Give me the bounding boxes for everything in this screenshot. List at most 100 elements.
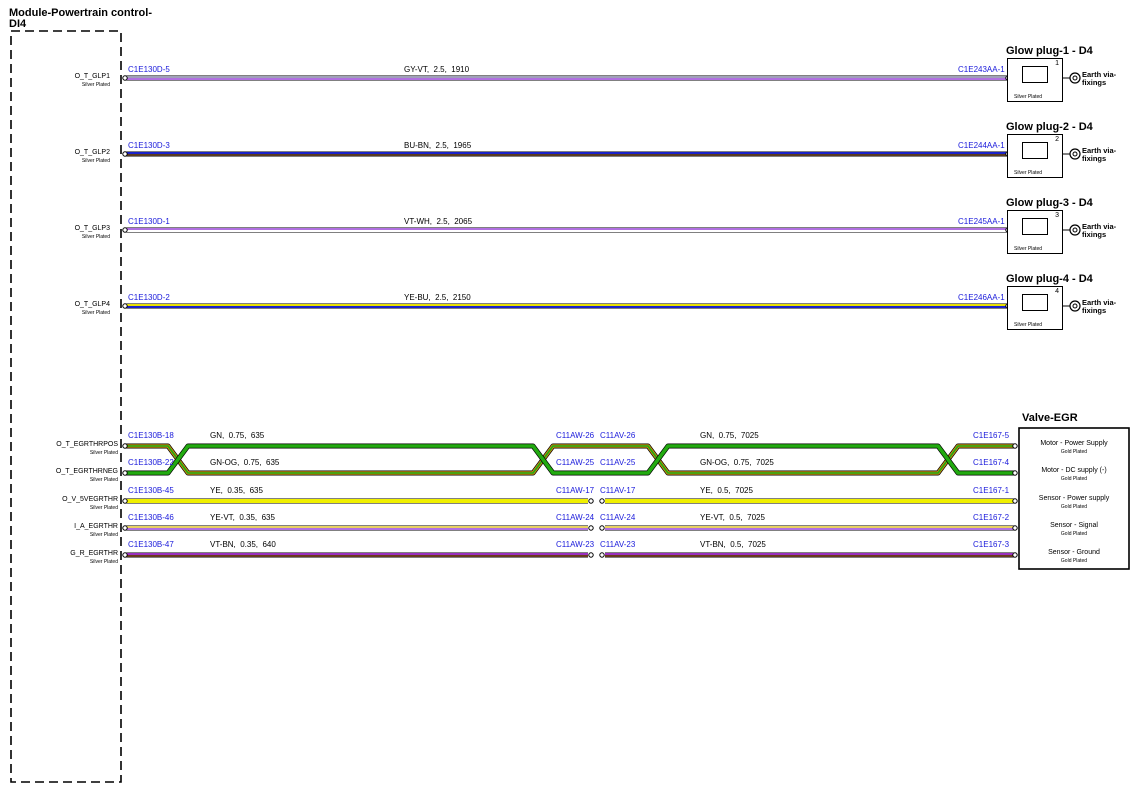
connector-inline-b: C11AV-23 [600,540,636,549]
connector-to: C1E244AA-1 [958,141,1005,150]
inline-connector-pin [588,498,594,504]
module-pin-label: I_A_EGRTHR Silver Plated [20,522,118,540]
connector-inline-a: C11AW-24 [556,513,595,522]
pin-name: O_T_EGRTHRNEG [55,468,118,475]
connector-to: C1E167-4 [973,458,1010,467]
connector-from: C1E130B-46 [128,513,174,522]
glow-plug-plating: Silver Plated [1014,94,1043,100]
glow-wire [125,227,1008,233]
earth-label: Earth via- fixings [1082,298,1117,315]
wire-spec-module-side: GN-OG, 0.75, 635 [210,458,280,467]
wire-spec-valve-side: YE, 0.5, 7025 [700,486,753,495]
pin-plating: Silver Plated [89,505,118,511]
wiring-diagram [10,30,1130,783]
module-pin-label: O_T_GLP2 Silver Plated [20,148,110,166]
connector-from: C1E130D-2 [128,293,170,302]
connector-to: C1E243AA-1 [958,65,1005,74]
earth-symbol-inner [1072,303,1078,309]
valve-pin-terminal [1012,552,1018,558]
earth-symbol-inner [1072,227,1078,233]
glow-plug-element [1022,294,1048,311]
module-pin-terminal [122,75,128,81]
module-pin-label: O_V_5VEGRTHR Silver Plated [20,495,118,513]
connector-inline-b: C11AV-17 [600,486,636,495]
egr-wire-valve-side [605,552,1015,558]
connector-to: C1E167-2 [973,513,1010,522]
valve-function-label: Sensor - Signal Gold Plated [1020,522,1128,538]
connector-to: C1E245AA-1 [958,217,1005,226]
earth-symbol-inner [1072,151,1078,157]
connector-from: C1E130B-18 [128,431,174,440]
egr-wire-valve-side [605,525,1015,531]
glow-plug-title: Glow plug-4 - D4 [1006,273,1093,285]
connector-inline-b: C11AV-26 [600,431,636,440]
module-pin-label: O_T_GLP3 Silver Plated [20,224,110,242]
wire-spec-module-side: YE, 0.35, 635 [210,486,263,495]
valve-pin-terminal [1012,498,1018,504]
glow-plug-plating: Silver Plated [1014,246,1043,252]
module-pin-terminal [122,151,128,157]
glow-plug-number: 2 [1055,136,1059,143]
function-plating: Gold Plated [1060,449,1088,455]
egr-wire-module-side [125,525,588,531]
valve-pin-terminal [1012,443,1018,449]
connector-from: C1E130B-47 [128,540,174,549]
glow-plug-element [1022,142,1048,159]
glow-plug-box: 2 Silver Plated [1007,134,1063,178]
wire-spec-module-side: GN, 0.75, 635 [210,431,265,440]
module-pin-label: O_T_EGRTHRNEG Silver Plated [20,467,118,485]
glow-plug-title: Glow plug-2 - D4 [1006,121,1093,133]
pin-plating: Silver Plated [89,532,118,538]
module-pin-label: O_T_GLP1 Silver Plated [20,72,110,90]
function-name: Sensor - Signal [1050,522,1098,529]
pin-plating: Silver Plated [81,158,110,164]
glow-wire [125,151,1008,157]
pin-name: O_T_GLP2 [74,149,110,156]
function-plating: Gold Plated [1060,558,1088,564]
function-name: Motor - Power Supply [1040,440,1108,447]
module-pin-terminal [122,443,128,449]
module-pin-terminal [122,470,128,476]
pin-plating: Silver Plated [81,82,110,88]
module-pin-terminal [122,498,128,504]
pin-plating: Silver Plated [81,234,110,240]
connector-inline-b: C11AV-25 [600,458,636,467]
wire-spec-module-side: VT-BN, 0.35, 640 [210,540,276,549]
connector-from: C1E130B-45 [128,486,174,495]
connector-from: C1E130B-22 [128,458,174,467]
egr-wire-module-side [125,498,588,504]
valve-function-label: Sensor - Ground Gold Plated [1020,549,1128,565]
module-pin-label: O_T_GLP4 Silver Plated [20,300,110,318]
wire-spec-valve-side: YE-VT, 0.5, 7025 [700,513,765,522]
wire-spec-valve-side: GN, 0.75, 7025 [700,431,759,440]
module-pin-terminal [122,227,128,233]
function-name: Sensor - Ground [1048,549,1100,556]
function-plating: Gold Plated [1060,531,1088,537]
valve-function-label: Motor - DC supply (-) Gold Plated [1020,467,1128,483]
pin-plating: Silver Plated [89,559,118,565]
module-pin-terminal [122,303,128,309]
connector-inline-a: C11AW-17 [556,486,595,495]
glow-plug-box: 4 Silver Plated [1007,286,1063,330]
module-pin-terminal [122,552,128,558]
earth-symbol-inner [1072,75,1078,81]
glow-wire [125,75,1008,81]
connector-to: C1E167-3 [973,540,1010,549]
pin-name: O_T_GLP4 [74,301,110,308]
inline-connector-pin [599,552,605,558]
glow-plug-title: Glow plug-1 - D4 [1006,45,1093,57]
earth-label: Earth via- fixings [1082,146,1117,163]
connector-to: C1E167-1 [973,486,1010,495]
earth-label: Earth via- fixings [1082,70,1117,87]
wire-spec-module-side: YE-VT, 0.35, 635 [210,513,275,522]
glow-plug-number: 1 [1055,60,1059,67]
connector-from: C1E130D-3 [128,141,170,150]
glow-plug-title: Glow plug-3 - D4 [1006,197,1093,209]
pin-name: G_R_EGRTHR [70,550,118,557]
inline-connector-pin [588,552,594,558]
glow-plug-plating: Silver Plated [1014,322,1043,328]
function-name: Sensor - Power supply [1038,495,1110,502]
pin-name: O_V_5VEGRTHR [62,496,118,503]
wire-spec: VT-WH, 2.5, 2065 [404,217,473,226]
connector-from: C1E130D-1 [128,217,170,226]
